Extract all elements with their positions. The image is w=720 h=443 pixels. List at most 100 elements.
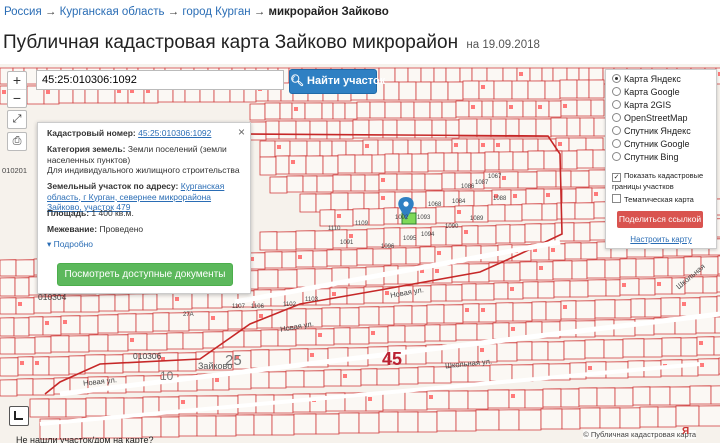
parcel-outline[interactable] xyxy=(547,341,565,361)
parcel-outline[interactable] xyxy=(439,324,457,342)
parcel-outline[interactable] xyxy=(461,283,477,301)
legend-toggle-icon[interactable] xyxy=(9,406,29,426)
parcel-outline[interactable] xyxy=(710,385,720,405)
parcel-outline[interactable] xyxy=(492,100,508,118)
parcel-outline[interactable] xyxy=(443,304,464,324)
parcel-outline[interactable] xyxy=(289,140,308,158)
parcel-outline[interactable] xyxy=(552,260,573,280)
parcel-outline[interactable] xyxy=(260,329,279,347)
parcel-outline[interactable] xyxy=(436,410,457,432)
more-details-link[interactable]: ▾ Подробно xyxy=(47,239,242,250)
parcel-outline[interactable] xyxy=(68,335,90,353)
parcel-outline[interactable] xyxy=(48,398,67,418)
parcel-outline[interactable] xyxy=(424,173,443,191)
parcel-outline[interactable] xyxy=(522,281,539,299)
layer-option-google-map[interactable]: Карта Google xyxy=(612,87,680,98)
parcel-outline[interactable] xyxy=(398,81,417,101)
parcel-outline[interactable] xyxy=(319,209,336,227)
parcel-outline[interactable] xyxy=(653,257,669,277)
parcel-outline[interactable] xyxy=(312,250,328,268)
parcel-outline[interactable] xyxy=(667,257,685,277)
parcel-outline[interactable] xyxy=(404,391,428,411)
parcel-outline[interactable] xyxy=(415,81,432,101)
parcel-outline[interactable] xyxy=(576,99,592,117)
parcel-outline[interactable] xyxy=(487,389,510,409)
parcel-outline[interactable] xyxy=(566,117,581,137)
parcel-outline[interactable] xyxy=(98,294,116,312)
parcel-outline[interactable] xyxy=(259,231,278,251)
parcel-outline[interactable] xyxy=(632,386,651,406)
parcel-outline[interactable] xyxy=(80,295,100,313)
find-parcel-button[interactable]: 🔍︎ Найти участок xyxy=(289,69,385,94)
parcel-outline[interactable] xyxy=(548,100,562,118)
parcel-outline[interactable] xyxy=(638,278,656,296)
parcel-outline[interactable] xyxy=(363,192,380,212)
parcel-outline[interactable] xyxy=(498,409,520,431)
parcel-outline[interactable] xyxy=(79,315,99,335)
parcel-outline[interactable] xyxy=(299,193,317,213)
parcel-outline[interactable] xyxy=(599,407,621,429)
parcel-outline[interactable] xyxy=(358,412,380,434)
parcel-outline[interactable] xyxy=(553,280,571,298)
parcel-outline[interactable] xyxy=(467,365,491,383)
parcel-outline[interactable] xyxy=(117,313,137,333)
parcel-outline[interactable] xyxy=(269,176,288,194)
parcel-outline[interactable] xyxy=(293,413,317,435)
search-input[interactable] xyxy=(36,70,284,90)
parcel-outline[interactable] xyxy=(322,155,339,175)
parcel-outline[interactable] xyxy=(387,325,406,343)
parcel-outline[interactable] xyxy=(495,224,511,244)
parcel-outline[interactable] xyxy=(644,298,662,318)
parcel-outline[interactable] xyxy=(518,118,537,138)
parcel-outline[interactable] xyxy=(635,258,655,278)
parcel-outline[interactable] xyxy=(29,398,50,418)
parcel-outline[interactable] xyxy=(476,118,492,138)
parcel-outline[interactable] xyxy=(430,284,447,302)
layer-option-bing-satellite[interactable]: Спутник Bing xyxy=(612,152,678,163)
parcel-outline[interactable] xyxy=(493,80,513,100)
parcel-outline[interactable] xyxy=(419,246,436,264)
parcel-outline[interactable] xyxy=(702,276,718,294)
parcel-outline[interactable] xyxy=(339,307,360,327)
parcel-outline[interactable] xyxy=(302,175,318,193)
parcel-outline[interactable] xyxy=(384,153,400,173)
parcel-outline[interactable] xyxy=(160,416,180,438)
parcel-outline[interactable] xyxy=(196,415,217,437)
parcel-outline[interactable] xyxy=(227,310,243,330)
parcel-outline[interactable] xyxy=(330,192,349,212)
parcel-outline[interactable] xyxy=(579,407,601,429)
zoom-out-button[interactable]: − xyxy=(8,90,26,107)
parcel-outline[interactable] xyxy=(0,337,16,355)
parcel-outline[interactable] xyxy=(0,357,19,377)
parcel-outline[interactable] xyxy=(512,151,529,171)
parcel-outline[interactable] xyxy=(619,258,637,278)
parcel-outline[interactable] xyxy=(505,118,520,138)
parcel-outline[interactable] xyxy=(288,155,307,175)
parcel-outline[interactable] xyxy=(264,102,281,120)
parcel-outline[interactable] xyxy=(378,191,396,211)
layer-option-2gis-map[interactable]: Карта 2GIS xyxy=(612,100,671,111)
parcel-outline[interactable] xyxy=(0,259,17,277)
parcel-outline[interactable] xyxy=(60,315,81,335)
parcel-outline[interactable] xyxy=(393,305,413,325)
parcel-outline[interactable] xyxy=(411,173,426,191)
layer-option-yandex-map[interactable]: Карта Яндекс xyxy=(612,74,681,85)
parcel-outline[interactable] xyxy=(257,269,279,289)
parcel-outline[interactable] xyxy=(314,230,334,250)
parcel-outline[interactable] xyxy=(524,389,544,409)
share-link-button[interactable]: Поделиться ссылкой xyxy=(617,211,703,228)
parcel-outline[interactable] xyxy=(550,117,568,137)
parcel-outline[interactable] xyxy=(281,251,297,269)
parcel-outline[interactable] xyxy=(358,306,380,326)
parcel-outline[interactable] xyxy=(309,120,328,140)
parcel-outline[interactable] xyxy=(32,356,50,376)
parcel-outline[interactable] xyxy=(88,334,109,352)
cadastral-map[interactable]: 45 25 010201 010304 010306 10 Новая ул. … xyxy=(0,64,720,443)
parcel-outline[interactable] xyxy=(250,349,270,369)
parcel-outline[interactable] xyxy=(356,101,371,119)
parcel-outline[interactable] xyxy=(512,302,533,322)
parcel-outline[interactable] xyxy=(475,283,495,301)
parcel-outline[interactable] xyxy=(315,413,340,435)
parcel-outline[interactable] xyxy=(554,222,575,242)
parcel-outline[interactable] xyxy=(13,317,30,337)
